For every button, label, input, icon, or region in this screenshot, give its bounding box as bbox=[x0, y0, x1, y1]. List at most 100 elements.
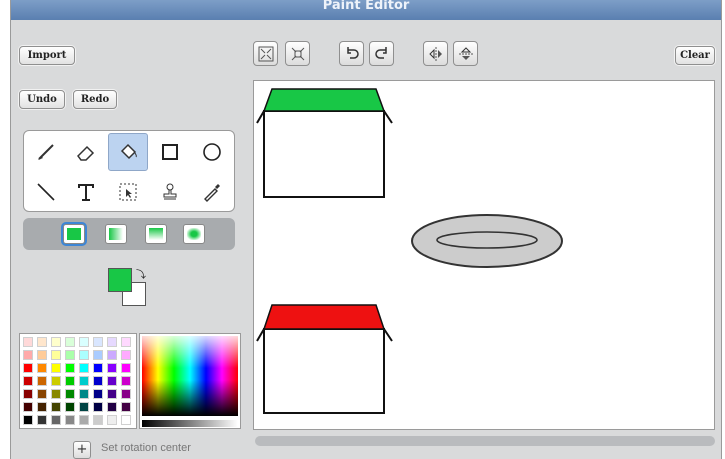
rectangle-tool[interactable] bbox=[150, 133, 190, 171]
palette-color-cell[interactable] bbox=[37, 337, 47, 347]
palette-color-cell[interactable] bbox=[51, 389, 61, 399]
red-roof-house bbox=[256, 304, 393, 414]
palette-color-cell[interactable] bbox=[121, 337, 131, 347]
palette-color-cell[interactable] bbox=[23, 363, 33, 373]
palette-color-cell[interactable] bbox=[121, 350, 131, 360]
palette-color-cell[interactable] bbox=[51, 350, 61, 360]
palette-color-cell[interactable] bbox=[107, 337, 117, 347]
palette-color-cell[interactable] bbox=[93, 415, 103, 425]
drawing-canvas[interactable] bbox=[253, 80, 715, 430]
palette-color-cell[interactable] bbox=[93, 389, 103, 399]
line-tool[interactable] bbox=[26, 173, 66, 211]
palette-color-cell[interactable] bbox=[23, 402, 33, 412]
redo-button[interactable]: Redo bbox=[73, 90, 117, 109]
palette-color-cell[interactable] bbox=[65, 363, 75, 373]
palette-color-cell[interactable] bbox=[51, 415, 61, 425]
palette-color-cell[interactable] bbox=[23, 337, 33, 347]
ellipse-tool[interactable] bbox=[192, 133, 232, 171]
palette-color-cell[interactable] bbox=[37, 350, 47, 360]
palette-color-cell[interactable] bbox=[37, 415, 47, 425]
palette-color-cell[interactable] bbox=[107, 402, 117, 412]
palette-color-cell[interactable] bbox=[79, 389, 89, 399]
palette-color-cell[interactable] bbox=[23, 376, 33, 386]
house-body bbox=[263, 328, 385, 414]
shrink-button[interactable] bbox=[285, 41, 310, 66]
green-roof bbox=[262, 88, 386, 112]
palette-color-cell[interactable] bbox=[65, 337, 75, 347]
grow-button[interactable] bbox=[253, 41, 278, 66]
swap-colors-icon[interactable]: ⤵ bbox=[136, 266, 146, 281]
palette-color-cell[interactable] bbox=[121, 376, 131, 386]
palette-color-cell[interactable] bbox=[121, 402, 131, 412]
palette-color-cell[interactable] bbox=[65, 376, 75, 386]
flip-horizontal-button[interactable] bbox=[423, 41, 448, 66]
palette-color-cell[interactable] bbox=[93, 402, 103, 412]
select-tool[interactable] bbox=[108, 173, 148, 211]
color-swatches: ⤵ bbox=[108, 268, 154, 314]
palette-color-cell[interactable] bbox=[23, 389, 33, 399]
set-rotation-center-button[interactable]: + bbox=[73, 441, 91, 459]
palette-color-cell[interactable] bbox=[107, 350, 117, 360]
palette-color-cell[interactable] bbox=[79, 376, 89, 386]
paintbrush-tool[interactable] bbox=[26, 133, 66, 171]
palette-color-cell[interactable] bbox=[37, 389, 47, 399]
palette-color-cell[interactable] bbox=[65, 389, 75, 399]
palette-color-cell[interactable] bbox=[23, 415, 33, 425]
fill-solid-option[interactable] bbox=[63, 224, 85, 244]
horizontal-gradient-icon bbox=[109, 228, 123, 240]
text-tool[interactable] bbox=[66, 173, 106, 211]
palette-color-cell[interactable] bbox=[121, 415, 131, 425]
rotate-right-button[interactable] bbox=[369, 41, 394, 66]
rotate-left-button[interactable] bbox=[339, 41, 364, 66]
flip-vertical-icon bbox=[458, 46, 473, 60]
fill-mode-bar bbox=[23, 218, 235, 250]
ellipse-icon bbox=[203, 143, 221, 161]
palette-color-cell[interactable] bbox=[107, 415, 117, 425]
vertical-gradient-icon bbox=[149, 228, 163, 240]
horizontal-scrollbar[interactable] bbox=[255, 436, 715, 446]
undo-button[interactable]: Undo bbox=[19, 90, 65, 109]
palette-color-cell[interactable] bbox=[121, 363, 131, 373]
palette-color-cell[interactable] bbox=[51, 376, 61, 386]
eraser-tool[interactable] bbox=[66, 133, 106, 171]
palette-color-cell[interactable] bbox=[37, 363, 47, 373]
palette-color-cell[interactable] bbox=[51, 363, 61, 373]
palette-color-cell[interactable] bbox=[79, 415, 89, 425]
palette-color-cell[interactable] bbox=[37, 376, 47, 386]
eyedropper-tool[interactable] bbox=[192, 173, 232, 211]
fill-horizontal-gradient-option[interactable] bbox=[105, 224, 127, 244]
foreground-color-swatch[interactable] bbox=[108, 268, 132, 292]
stamp-tool[interactable] bbox=[150, 173, 190, 211]
palette-color-cell[interactable] bbox=[51, 402, 61, 412]
canvas-drawing bbox=[256, 88, 563, 414]
palette-color-cell[interactable] bbox=[107, 363, 117, 373]
palette-color-cell[interactable] bbox=[121, 389, 131, 399]
flip-vertical-button[interactable] bbox=[453, 41, 478, 66]
palette-color-cell[interactable] bbox=[79, 350, 89, 360]
red-roof bbox=[262, 304, 386, 330]
palette-color-cell[interactable] bbox=[93, 363, 103, 373]
palette-color-cell[interactable] bbox=[37, 402, 47, 412]
palette-color-cell[interactable] bbox=[51, 337, 61, 347]
clear-button[interactable]: Clear bbox=[675, 46, 715, 65]
fill-tool[interactable] bbox=[108, 133, 148, 171]
palette-color-cell[interactable] bbox=[65, 415, 75, 425]
color-spectrum-picker[interactable] bbox=[139, 333, 241, 429]
fill-vertical-gradient-option[interactable] bbox=[145, 224, 167, 244]
grow-icon bbox=[258, 46, 273, 61]
palette-color-cell[interactable] bbox=[79, 337, 89, 347]
palette-color-cell[interactable] bbox=[107, 389, 117, 399]
palette-color-cell[interactable] bbox=[93, 350, 103, 360]
fill-radial-gradient-option[interactable] bbox=[183, 224, 205, 244]
palette-color-cell[interactable] bbox=[23, 350, 33, 360]
palette-color-cell[interactable] bbox=[79, 402, 89, 412]
palette-color-cell[interactable] bbox=[65, 402, 75, 412]
palette-color-cell[interactable] bbox=[65, 350, 75, 360]
window-title: Paint Editor bbox=[11, 0, 721, 20]
palette-color-cell[interactable] bbox=[93, 376, 103, 386]
palette-color-cell[interactable] bbox=[107, 376, 117, 386]
grayscale-slider[interactable] bbox=[142, 420, 238, 427]
import-button[interactable]: Import bbox=[19, 46, 75, 65]
palette-color-cell[interactable] bbox=[93, 337, 103, 347]
palette-color-cell[interactable] bbox=[79, 363, 89, 373]
